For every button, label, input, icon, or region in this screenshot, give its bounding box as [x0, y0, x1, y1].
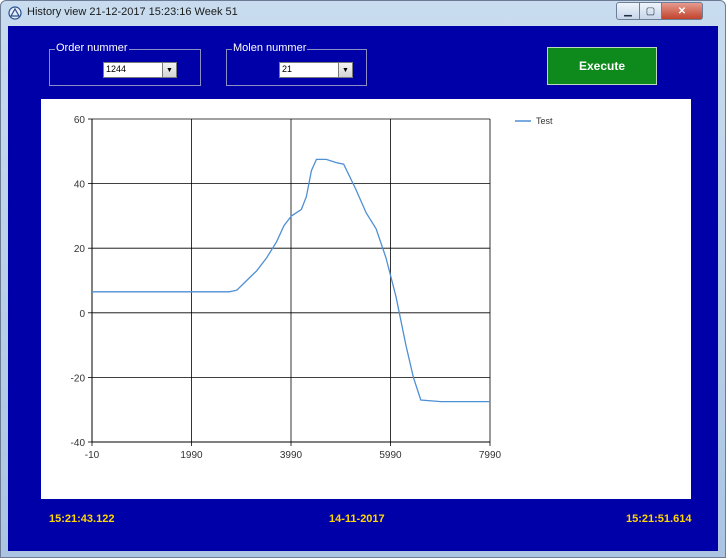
- x-tick-label: 1990: [180, 450, 203, 461]
- molen-number-label: Molen nummer: [232, 42, 308, 54]
- chart-panel: -10 1990 3990 5990 7990 60 40 20 0 -20 -40 Test: [41, 99, 691, 499]
- chevron-down-icon[interactable]: ▼: [162, 63, 176, 77]
- end-time: 15:21:51.614: [626, 513, 692, 525]
- molen-number-select[interactable]: 21 ▼: [279, 62, 353, 78]
- close-button[interactable]: ✕: [662, 2, 703, 20]
- y-tick-label: 60: [74, 115, 86, 126]
- molen-number-group: Molen nummer 21 ▼: [226, 42, 367, 86]
- start-time: 15:21:43.122: [49, 513, 115, 525]
- y-tick-label: -40: [71, 438, 86, 449]
- window-title: History view 21-12-2017 15:23:16 Week 51: [27, 6, 238, 18]
- chevron-down-icon[interactable]: ▼: [338, 63, 352, 77]
- order-number-value: 1244: [106, 64, 127, 74]
- molen-number-value: 21: [282, 64, 293, 74]
- execute-button[interactable]: Execute: [547, 47, 657, 85]
- x-tick-label: 3990: [280, 450, 303, 461]
- order-number-label: Order nummer: [55, 42, 129, 54]
- minimize-button[interactable]: ▁: [616, 2, 640, 20]
- app-icon: [8, 6, 22, 20]
- order-number-select[interactable]: 1244 ▼: [103, 62, 177, 78]
- x-tick-label: -10: [85, 450, 100, 461]
- client-area: Order nummer 1244 ▼ Molen nummer 21 ▼ Ex…: [8, 26, 718, 551]
- application-window: History view 21-12-2017 15:23:16 Week 51…: [0, 0, 726, 558]
- history-chart: -10 1990 3990 5990 7990 60 40 20 0 -20 -40 Test: [71, 115, 553, 461]
- date-label: 14-11-2017: [329, 513, 385, 525]
- order-number-group: Order nummer 1244 ▼: [49, 42, 201, 86]
- x-tick-label: 5990: [379, 450, 402, 461]
- y-tick-label: 20: [74, 244, 86, 255]
- x-tick-label: 7990: [479, 450, 502, 461]
- y-tick-label: 0: [79, 309, 85, 320]
- title-bar[interactable]: History view 21-12-2017 15:23:16 Week 51…: [1, 1, 725, 25]
- legend-label: Test: [536, 116, 553, 126]
- y-tick-label: -20: [71, 373, 86, 384]
- y-tick-label: 40: [74, 180, 86, 191]
- maximize-button[interactable]: ▢: [640, 2, 662, 20]
